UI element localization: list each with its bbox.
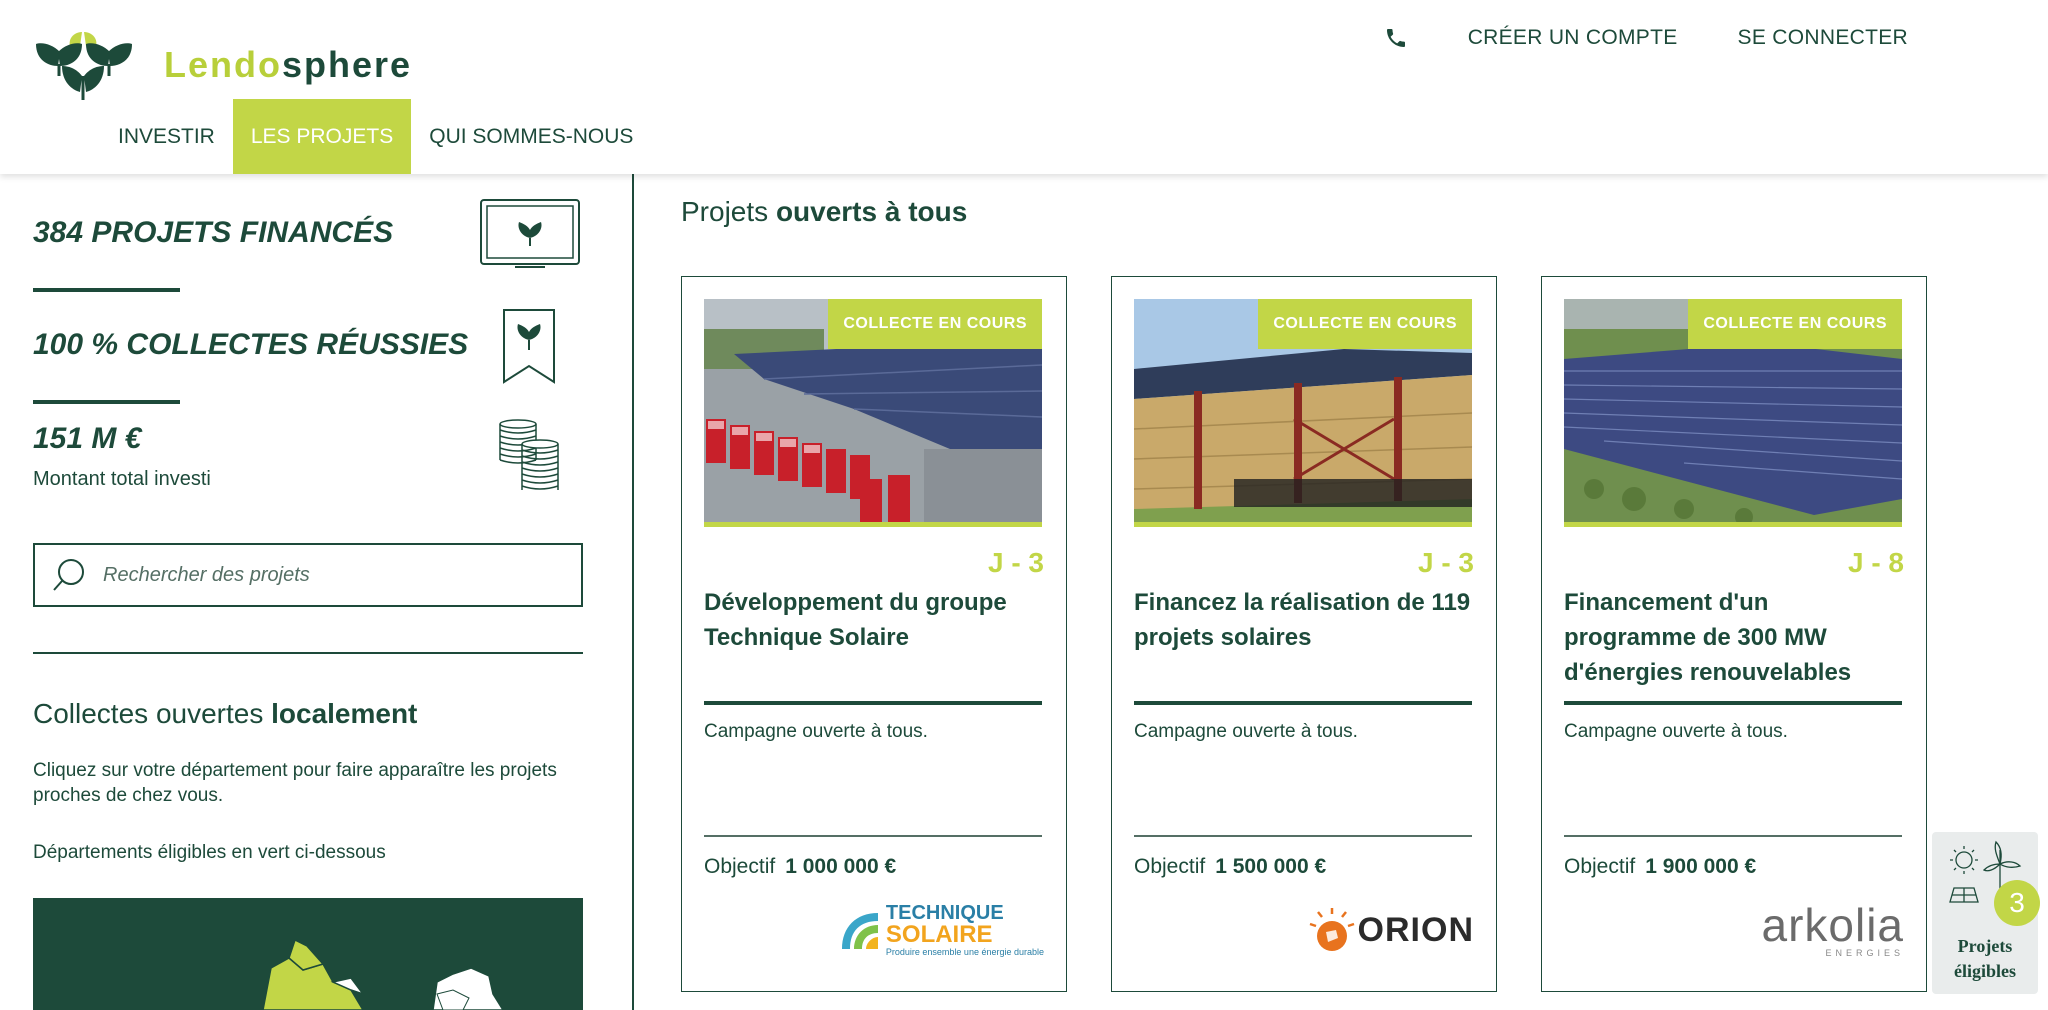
screen-icon <box>480 199 580 268</box>
stat-total-invested-label: Montant total investi <box>33 468 211 490</box>
card-divider <box>1134 835 1472 837</box>
eligible-count-badge: 3 <box>1994 880 2040 926</box>
stat-divider <box>33 288 180 292</box>
partner-name: TECHNIQUE SOLAIRE Produire ensemble une … <box>885 902 1044 957</box>
project-description: Campagne ouverte à tous. <box>1564 721 1788 742</box>
technique-solaire-logo-icon <box>841 913 878 949</box>
local-collections-description: Cliquez sur votre département pour faire… <box>33 760 557 806</box>
search-icon <box>53 559 84 591</box>
project-search[interactable] <box>33 543 583 607</box>
eligible-projects-widget[interactable]: 3 Projets éligibles <box>1932 832 2040 994</box>
bookmark-icon <box>503 309 555 384</box>
project-title[interactable]: Financement d'un programme de 300 MW d'é… <box>1564 585 1904 690</box>
eligible-projects-label: Projets éligibles <box>1954 936 2016 981</box>
nav-qui-sommes-nous[interactable]: QUI SOMMES-NOUS <box>411 99 651 174</box>
sidebar-divider <box>33 652 583 654</box>
main-nav: INVESTIR LES PROJETS QUI SOMMES-NOUS <box>100 99 651 174</box>
local-collections-title: Collectes ouvertes localement <box>33 698 418 729</box>
coins-icon <box>499 419 559 490</box>
days-remaining: J - 8 <box>1847 547 1904 578</box>
project-objective: Objectif 1 000 000 € <box>704 855 897 878</box>
project-image[interactable]: COLLECTE EN COURS <box>1564 299 1902 527</box>
days-remaining: J - 3 <box>1417 547 1474 578</box>
partner-logo: TECHNIQUE SOLAIRE Produire ensemble une … <box>838 895 1044 965</box>
open-projects-title: Projets ouverts à tous <box>681 196 968 227</box>
card-divider <box>1564 701 1902 705</box>
orion-logo-icon <box>1309 908 1354 951</box>
card-divider <box>704 835 1042 837</box>
project-image[interactable]: COLLECTE EN COURS <box>704 299 1042 527</box>
project-card[interactable]: COLLECTE EN COURS J - 3 Développement du… <box>681 276 1067 992</box>
project-card[interactable]: COLLECTE EN COURS J - 8 Financement d'un… <box>1541 276 1927 992</box>
project-description: Campagne ouverte à tous. <box>1134 721 1358 742</box>
partner-name: ORION <box>1357 910 1474 949</box>
france-map-icon <box>262 938 504 1010</box>
nav-investir[interactable]: INVESTIR <box>100 99 233 174</box>
create-account-link[interactable]: CRÉER UN COMPTE <box>1468 26 1678 50</box>
partner-name: arkolia ENERGIES <box>1761 899 1904 958</box>
top-links: CRÉER UN COMPTE SE CONNECTER <box>1384 26 1908 50</box>
site-logo[interactable]: Lendosphere <box>32 30 410 102</box>
stat-projects-funded: 384 PROJETS FINANCÉS <box>33 216 394 249</box>
days-remaining: J - 3 <box>987 547 1044 578</box>
card-divider <box>1134 701 1472 705</box>
card-divider <box>1564 835 1902 837</box>
nav-les-projets[interactable]: LES PROJETS <box>232 99 412 174</box>
login-link[interactable]: SE CONNECTER <box>1738 26 1908 50</box>
project-objective: Objectif 1 900 000 € <box>1564 855 1757 878</box>
stat-success-rate: 100 % COLLECTES RÉUSSIES <box>33 328 469 361</box>
logo-wordmark: Lendosphere <box>164 44 413 85</box>
project-title[interactable]: Financez la réalisation de 119 projets s… <box>1134 585 1474 655</box>
project-image[interactable]: COLLECTE EN COURS <box>1134 299 1472 527</box>
ginkgo-logo-icon <box>36 32 132 100</box>
stat-divider <box>33 400 180 404</box>
project-card[interactable]: COLLECTE EN COURS J - 3 Financez la réal… <box>1111 276 1497 992</box>
card-divider <box>704 701 1042 705</box>
department-map[interactable] <box>33 898 583 1010</box>
phone-icon[interactable] <box>1384 26 1408 50</box>
partner-logo: arkolia ENERGIES <box>1761 895 1904 965</box>
stat-total-invested: 151 M € <box>33 422 142 455</box>
project-objective: Objectif 1 500 000 € <box>1134 855 1327 878</box>
status-badge: COLLECTE EN COURS <box>1688 299 1902 349</box>
status-badge: COLLECTE EN COURS <box>828 299 1042 349</box>
status-badge: COLLECTE EN COURS <box>1258 299 1472 349</box>
sidebar: 384 PROJETS FINANCÉS 100 % COLLECTES RÉU… <box>0 174 634 1010</box>
project-title[interactable]: Développement du groupe Technique Solair… <box>704 585 1044 655</box>
search-input[interactable] <box>101 562 541 588</box>
partner-logo: ORION <box>1308 895 1474 965</box>
project-description: Campagne ouverte à tous. <box>704 721 928 742</box>
site-header: Lendosphere CRÉER UN COMPTE SE CONNECTER… <box>0 0 2048 174</box>
local-collections-note: Départements éligibles en vert ci-dessou… <box>33 842 386 863</box>
